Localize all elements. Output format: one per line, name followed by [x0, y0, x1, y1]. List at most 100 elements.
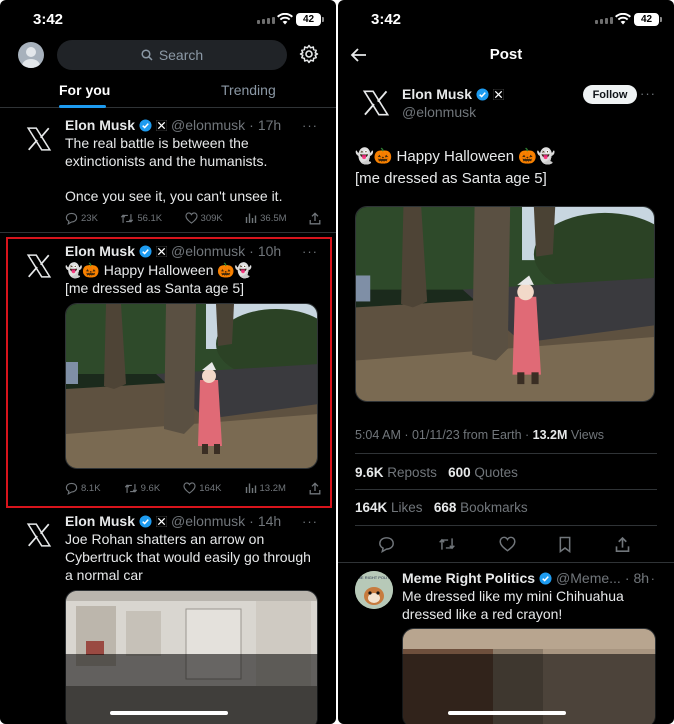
- tweet-text-line: Cybertruck that would easily go through: [65, 549, 311, 565]
- verified-badge-icon: [539, 571, 552, 585]
- post-text-line: [me dressed as Santa age 5]: [355, 170, 547, 187]
- tweet-text: The real battle is between the extinctio…: [65, 134, 320, 205]
- status-time: 3:42: [371, 11, 402, 28]
- repost-count: 56.1K: [137, 212, 163, 224]
- search-placeholder: Search: [158, 47, 204, 63]
- author-name: Elon Musk: [65, 513, 136, 529]
- likes-label[interactable]: Likes: [391, 500, 423, 515]
- status-bar: 3:42 42: [0, 0, 336, 38]
- heart-icon[interactable]: [498, 536, 516, 552]
- search-icon: [141, 49, 153, 61]
- home-indicator: [110, 711, 228, 715]
- post-views-label: Views: [567, 428, 604, 442]
- reply-author-name[interactable]: Meme Right Politics: [402, 570, 535, 586]
- author-handle: @elonmusk: [402, 104, 477, 120]
- verified-badge-icon: [139, 514, 152, 528]
- reply-count: 23K: [81, 212, 98, 224]
- engagement-row-reposts: 9.6K Reposts 600 Quotes: [355, 465, 518, 480]
- reply-text-line: dressed like a red crayon!: [402, 606, 563, 622]
- share-icon[interactable]: [615, 536, 630, 553]
- share-icon: [309, 211, 321, 224]
- divider: [355, 525, 657, 526]
- tweet-actions: 23K 56.1K 309K 36.5M: [65, 210, 321, 226]
- tweet-header: Elon Musk @elonmusk · 17h: [65, 117, 281, 133]
- more-options-icon[interactable]: ···: [640, 571, 656, 586]
- tweet-text-line: Once you see it, you can't unsee it.: [65, 188, 283, 204]
- engagement-row-likes: 164K Likes 668 Bookmarks: [355, 500, 528, 515]
- wifi-icon: [615, 13, 631, 25]
- settings-gear-icon[interactable]: [299, 44, 319, 64]
- tweet-text-line: extinctionists and the humanists.: [65, 153, 268, 169]
- battery-indicator: 42: [634, 13, 662, 26]
- views-chart-icon: [245, 213, 257, 223]
- x-logo-avatar: [26, 523, 52, 547]
- like-count: 309K: [200, 212, 223, 224]
- divider: [355, 489, 657, 490]
- bookmarks-count[interactable]: 668: [434, 500, 457, 515]
- views-count: 36.5M: [260, 212, 287, 224]
- post-header: Post: [338, 38, 674, 74]
- repost-icon[interactable]: [438, 536, 456, 552]
- heart-icon: [184, 212, 198, 224]
- tweet-header: Elon Musk @elonmusk · 14h: [65, 513, 281, 529]
- verified-badge-icon: [139, 118, 152, 132]
- reposts-label[interactable]: Reposts: [387, 465, 437, 480]
- follow-button[interactable]: Follow: [583, 85, 637, 104]
- profile-avatar-button[interactable]: [18, 42, 44, 68]
- post-photo[interactable]: [355, 206, 655, 402]
- share-button[interactable]: [309, 210, 321, 226]
- tweet-time: 17h: [257, 117, 282, 133]
- divider: [338, 562, 674, 563]
- more-options-icon[interactable]: ···: [302, 514, 318, 529]
- tab-trending[interactable]: Trending: [221, 82, 276, 98]
- reply-author-avatar[interactable]: MEME RIGHT POLITICS: [355, 571, 393, 609]
- reply-button[interactable]: 23K: [65, 210, 98, 226]
- feed-tabs: For you Trending: [0, 78, 336, 108]
- views-button[interactable]: 36.5M: [245, 210, 287, 226]
- repost-icon: [121, 213, 134, 223]
- like-button[interactable]: 309K: [184, 210, 223, 226]
- tab-for-you[interactable]: For you: [59, 82, 110, 98]
- post-detail-screen: 3:42 42 Post Elon Musk @elonmusk Follow …: [338, 0, 674, 724]
- verified-badge-icon: [476, 87, 489, 101]
- active-tab-indicator: [59, 105, 106, 108]
- author-name[interactable]: Elon Musk: [402, 86, 472, 102]
- meme-right-politics-logo: MEME RIGHT POLITICS: [355, 571, 393, 609]
- reposts-count[interactable]: 9.6K: [355, 465, 384, 480]
- halloween-photo-image: [356, 207, 654, 401]
- x-affiliate-badge-icon: [493, 88, 505, 100]
- quotes-label[interactable]: Quotes: [474, 465, 518, 480]
- post-text: 👻🎃 Happy Halloween 🎃👻 [me dressed as San…: [355, 146, 655, 190]
- x-logo-avatar[interactable]: [362, 89, 390, 117]
- post-author: Elon Musk: [402, 86, 505, 102]
- battery-indicator: 42: [296, 13, 324, 26]
- tweet-text: Joe Rohan shatters an arrow on Cybertruc…: [65, 530, 320, 584]
- likes-count[interactable]: 164K: [355, 500, 387, 515]
- post-meta: 5:04 AM · 01/11/23 from Earth · 13.2M Vi…: [355, 428, 604, 442]
- post-text-line: 👻🎃 Happy Halloween 🎃👻: [355, 148, 556, 165]
- more-options-icon[interactable]: ···: [302, 118, 318, 133]
- tweet-item[interactable]: Elon Musk @elonmusk · 17h ··· The real b…: [0, 110, 336, 232]
- quotes-count[interactable]: 600: [448, 465, 471, 480]
- author-handle: @elonmusk: [171, 117, 246, 133]
- wifi-icon: [277, 13, 293, 25]
- post-timestamp: 5:04 AM · 01/11/23 from Earth ·: [355, 428, 533, 442]
- reply-icon[interactable]: [378, 536, 395, 553]
- tweet-text-line: [65, 170, 320, 187]
- page-title: Post: [489, 46, 523, 63]
- tweet-text-line: a normal car: [65, 567, 143, 583]
- x-logo-avatar: [26, 127, 52, 151]
- repost-button[interactable]: 56.1K: [120, 210, 162, 226]
- bookmarks-label[interactable]: Bookmarks: [460, 500, 528, 515]
- highlight-annotation-box: [6, 237, 332, 508]
- author-name: Elon Musk: [65, 117, 136, 133]
- search-input[interactable]: Search: [57, 40, 287, 70]
- avatar-text: MEME RIGHT POLITICS: [355, 575, 393, 580]
- tweet-text-line: The real battle is between the: [65, 135, 249, 151]
- post-views-count[interactable]: 13.2M: [533, 428, 568, 442]
- cellular-signal-icon: [595, 17, 613, 24]
- reply-header: Meme Right Politics @Meme... · 8h: [402, 570, 649, 586]
- status-time: 3:42: [33, 11, 64, 28]
- more-options-icon[interactable]: ···: [640, 86, 656, 101]
- bookmark-icon[interactable]: [558, 536, 572, 553]
